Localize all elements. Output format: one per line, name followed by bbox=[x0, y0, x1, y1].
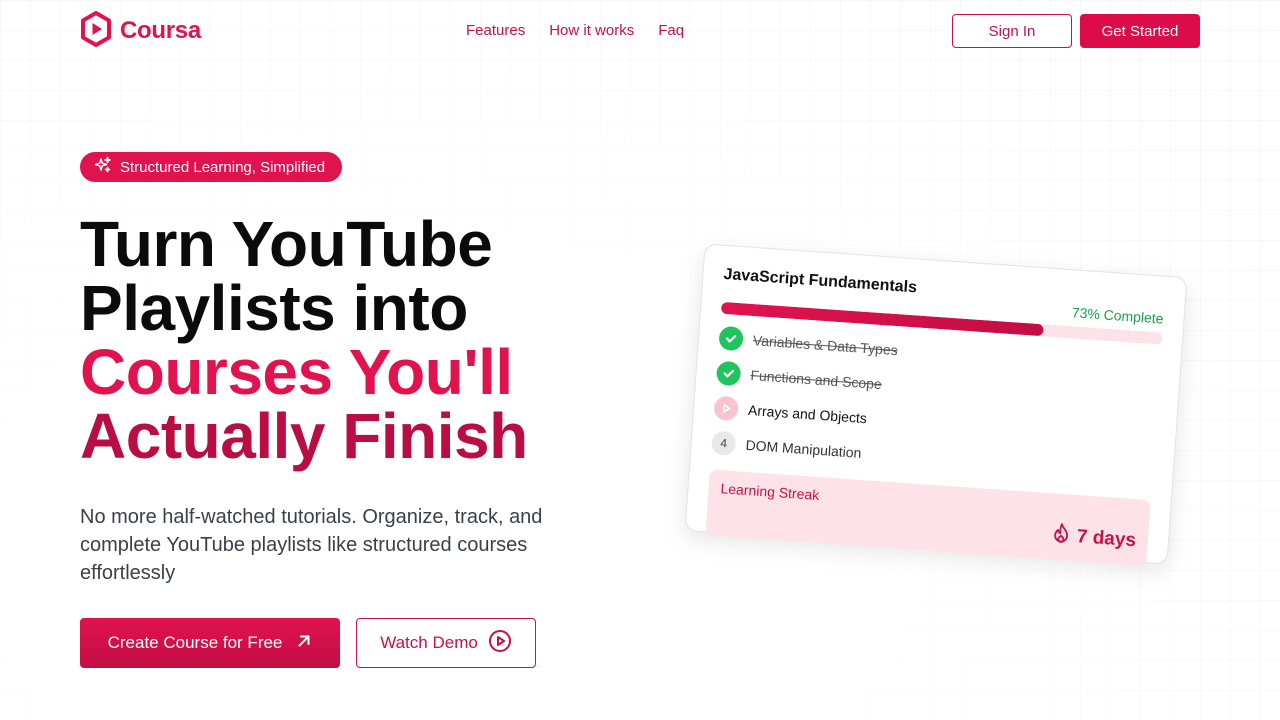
headline-line-1: Turn YouTube bbox=[80, 208, 493, 280]
watch-demo-button[interactable]: Watch Demo bbox=[356, 618, 536, 668]
sparkles-icon bbox=[94, 156, 112, 178]
lesson-number: 4 bbox=[710, 429, 737, 456]
headline-line-4: Actually Finish bbox=[80, 400, 528, 472]
headline-line-2: Playlists into bbox=[80, 272, 468, 344]
hero-headline: Turn YouTube Playlists into Courses You'… bbox=[80, 212, 640, 468]
sign-in-button[interactable]: Sign In bbox=[952, 14, 1072, 48]
check-icon bbox=[715, 360, 742, 386]
play-icon bbox=[713, 395, 740, 421]
brand-logo[interactable]: Coursa bbox=[80, 10, 201, 52]
course-card[interactable]: JavaScript Fundamentals 73% Complete Var… bbox=[684, 243, 1188, 567]
nav-links: Features How it works Faq bbox=[466, 22, 684, 39]
lesson-list: Variables & Data Types Functions and Sco… bbox=[710, 320, 1162, 490]
lesson-label: DOM Manipulation bbox=[745, 436, 862, 461]
nav-actions: Sign In Get Started bbox=[952, 14, 1200, 48]
create-course-label: Create Course for Free bbox=[107, 633, 283, 652]
nav-link-faq[interactable]: Faq bbox=[658, 22, 684, 39]
lesson-label: Functions and Scope bbox=[750, 366, 883, 392]
flame-icon bbox=[1050, 521, 1072, 550]
hero-badge: Structured Learning, Simplified bbox=[80, 152, 343, 182]
check-icon bbox=[718, 325, 744, 351]
hexagon-play-icon bbox=[80, 10, 112, 52]
hero-badge-text: Structured Learning, Simplified bbox=[120, 158, 326, 176]
brand-name: Coursa bbox=[120, 17, 201, 44]
streak-days: 7 days bbox=[1076, 526, 1137, 552]
lesson-label: Arrays and Objects bbox=[747, 401, 868, 426]
top-nav: Coursa Features How it works Faq Sign In… bbox=[80, 10, 1200, 52]
headline-line-3: Courses You'll bbox=[80, 336, 513, 408]
watch-demo-label: Watch Demo bbox=[380, 633, 478, 652]
create-course-button[interactable]: Create Course for Free bbox=[80, 618, 340, 668]
hero-subtext: No more half-watched tutorials. Organize… bbox=[80, 506, 543, 584]
get-started-button[interactable]: Get Started bbox=[1080, 14, 1200, 48]
nav-link-how-it-works[interactable]: How it works bbox=[549, 22, 634, 39]
course-progress-label: 73% Complete bbox=[1071, 304, 1165, 327]
streak-label: Learning Streak bbox=[720, 480, 820, 504]
play-circle-icon bbox=[488, 629, 512, 658]
lesson-label: Variables & Data Types bbox=[752, 331, 899, 358]
course-title: JavaScript Fundamentals bbox=[722, 265, 918, 297]
arrow-up-right-icon bbox=[296, 633, 312, 654]
nav-link-features[interactable]: Features bbox=[466, 22, 525, 39]
streak-value: 7 days bbox=[1050, 521, 1137, 555]
